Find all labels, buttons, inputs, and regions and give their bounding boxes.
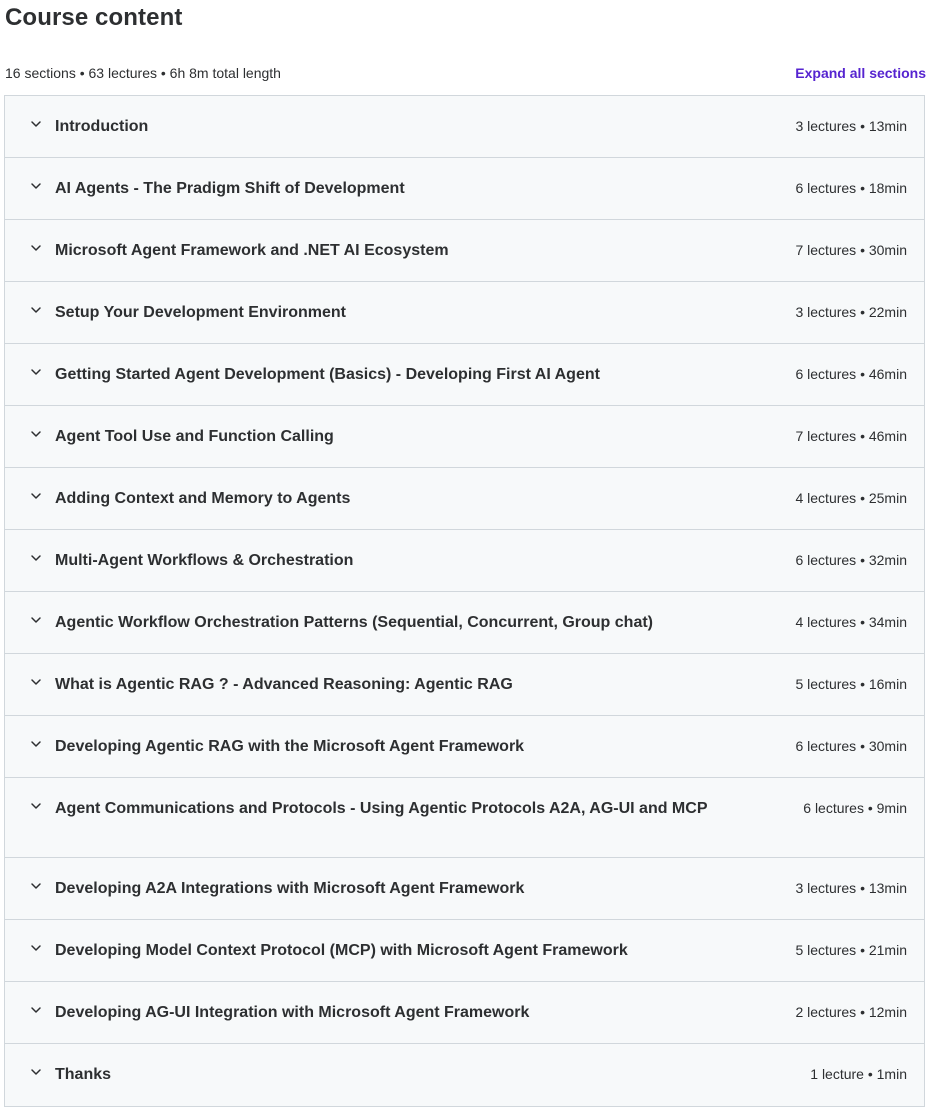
section-title: Multi-Agent Workflows & Orchestration xyxy=(55,552,354,569)
page-title: Course content xyxy=(5,4,183,31)
chevron-down-icon xyxy=(29,613,43,627)
section-lecture-count: 6 lectures • 30min xyxy=(795,738,907,754)
section-row[interactable]: Developing Model Context Protocol (MCP) … xyxy=(5,920,924,982)
chevron-down-icon xyxy=(29,427,43,441)
chevron-down-icon xyxy=(29,799,43,813)
section-lecture-count: 4 lectures • 34min xyxy=(795,614,907,630)
chevron-down-icon xyxy=(29,489,43,503)
section-title: Developing Agentic RAG with the Microsof… xyxy=(55,738,525,755)
chevron-down-icon xyxy=(29,737,43,751)
section-lecture-count: 6 lectures • 18min xyxy=(795,180,907,196)
section-lecture-count: 3 lectures • 13min xyxy=(795,118,907,134)
section-lecture-count: 3 lectures • 13min xyxy=(795,880,907,896)
section-lecture-count: 5 lectures • 16min xyxy=(795,676,907,692)
section-title: Agentic Workflow Orchestration Patterns … xyxy=(55,614,653,631)
section-title: Introduction xyxy=(55,118,149,135)
section-row[interactable]: Introduction 3 lectures • 13min xyxy=(5,96,924,158)
section-list: Introduction 3 lectures • 13min AI Agents … xyxy=(4,95,925,1107)
section-title: Developing A2A Integrations with Microso… xyxy=(55,880,525,897)
section-lecture-count: 7 lectures • 46min xyxy=(795,428,907,444)
section-lecture-count: 1 lecture • 1min xyxy=(810,1066,907,1082)
section-lecture-count: 6 lectures • 9min xyxy=(803,800,907,816)
section-row[interactable]: Agent Tool Use and Function Calling 7 lec… xyxy=(5,406,924,468)
section-title: Agent Communications and Protocols - Usi… xyxy=(55,800,708,817)
chevron-down-icon xyxy=(29,241,43,255)
section-row[interactable]: Setup Your Development Environment 3 lect… xyxy=(5,282,924,344)
section-lecture-count: 3 lectures • 22min xyxy=(795,304,907,320)
section-title: Agent Tool Use and Function Calling xyxy=(55,428,334,445)
section-lecture-count: 2 lectures • 12min xyxy=(795,1004,907,1020)
section-row[interactable]: AI Agents - The Pradigm Shift of Develop… xyxy=(5,158,924,220)
section-title: Setup Your Development Environment xyxy=(55,304,347,321)
chevron-down-icon xyxy=(29,179,43,193)
section-lecture-count: 4 lectures • 25min xyxy=(795,490,907,506)
course-summary: 16 sections • 63 lectures • 6h 8m total … xyxy=(5,65,281,81)
chevron-down-icon xyxy=(29,1003,43,1017)
section-title: Microsoft Agent Framework and .NET AI Ec… xyxy=(55,242,449,259)
chevron-down-icon xyxy=(29,675,43,689)
section-lecture-count: 6 lectures • 46min xyxy=(795,366,907,382)
section-title: What is Agentic RAG ? - Advanced Reasoni… xyxy=(55,676,513,693)
chevron-down-icon xyxy=(29,941,43,955)
section-lecture-count: 6 lectures • 32min xyxy=(795,552,907,568)
section-lecture-count: 5 lectures • 21min xyxy=(795,942,907,958)
chevron-down-icon xyxy=(29,879,43,893)
section-row[interactable]: Thanks 1 lecture • 1min xyxy=(5,1044,924,1106)
section-title: Developing Model Context Protocol (MCP) … xyxy=(55,942,628,959)
chevron-down-icon xyxy=(29,551,43,565)
section-title: Thanks xyxy=(55,1066,112,1083)
section-row[interactable]: Developing Agentic RAG with the Microsof… xyxy=(5,716,924,778)
section-title: Getting Started Agent Development (Basic… xyxy=(55,366,600,383)
section-row[interactable]: Developing A2A Integrations with Microso… xyxy=(5,858,924,920)
chevron-down-icon xyxy=(29,117,43,131)
section-row[interactable]: Agentic Workflow Orchestration Patterns … xyxy=(5,592,924,654)
section-lecture-count: 7 lectures • 30min xyxy=(795,242,907,258)
section-row[interactable]: Developing AG-UI Integration with Micros… xyxy=(5,982,924,1044)
section-title: Developing AG-UI Integration with Micros… xyxy=(55,1004,530,1021)
expand-all-sections-button[interactable]: Expand all sections xyxy=(795,65,926,81)
section-row[interactable]: Multi-Agent Workflows & Orchestration 6 l… xyxy=(5,530,924,592)
course-summary-bar: 16 sections • 63 lectures • 6h 8m total … xyxy=(0,63,930,83)
section-title: Adding Context and Memory to Agents xyxy=(55,490,351,507)
section-row[interactable]: Microsoft Agent Framework and .NET AI Ec… xyxy=(5,220,924,282)
section-title: AI Agents - The Pradigm Shift of Develop… xyxy=(55,180,405,197)
chevron-down-icon xyxy=(29,303,43,317)
section-row[interactable]: Getting Started Agent Development (Basic… xyxy=(5,344,924,406)
chevron-down-icon xyxy=(29,1065,43,1079)
section-row[interactable]: Adding Context and Memory to Agents 4 lec… xyxy=(5,468,924,530)
chevron-down-icon xyxy=(29,365,43,379)
section-row[interactable]: Agent Communications and Protocols - Usi… xyxy=(5,778,924,858)
section-row[interactable]: What is Agentic RAG ? - Advanced Reasoni… xyxy=(5,654,924,716)
